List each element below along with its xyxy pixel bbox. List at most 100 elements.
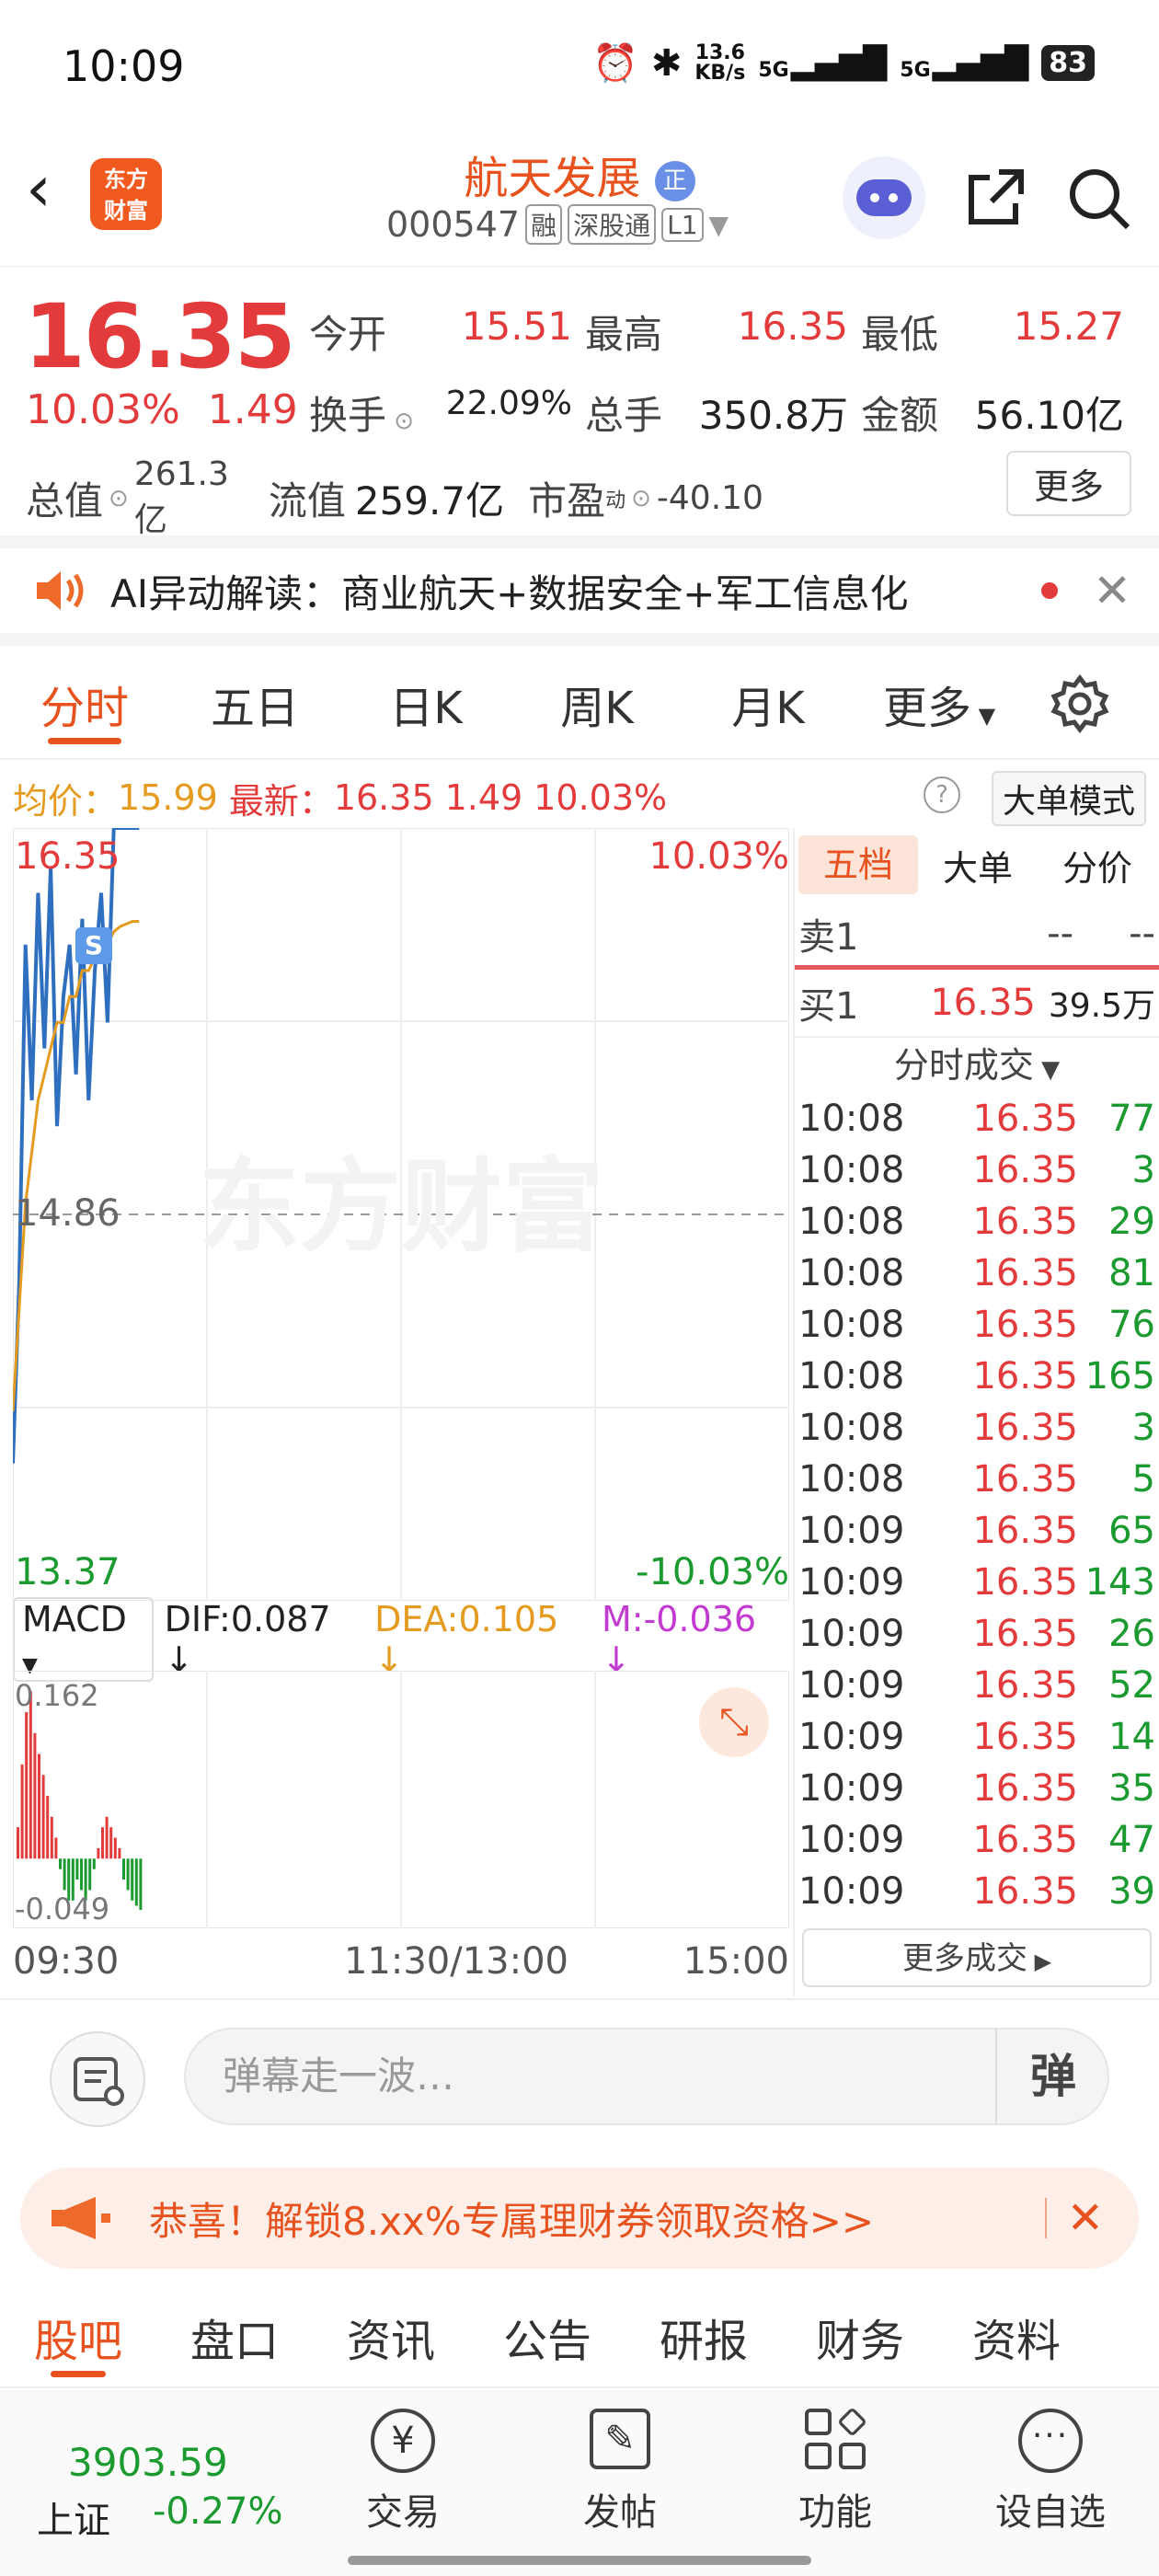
gear-icon[interactable] xyxy=(1050,674,1109,733)
open-label: 今开 xyxy=(309,311,387,357)
robot-assistant-icon[interactable] xyxy=(843,156,925,239)
promo-banner[interactable]: 恭喜！解锁8.xx%专属理财券领取资格>> ✕ xyxy=(20,2168,1139,2269)
tab-intraday[interactable]: 分时 xyxy=(0,672,169,736)
trade-time: 10:08 xyxy=(798,1201,905,1243)
tab-forum[interactable]: 股吧 xyxy=(0,2305,156,2377)
more-dots-icon[interactable]: ⊙ xyxy=(109,485,129,512)
trade-row: 10:08 16.35 3 xyxy=(795,1402,1159,1454)
stock-code-row[interactable]: 000547 融 深股通 L1 ▼ xyxy=(386,204,729,245)
more-trades-label: 更多成交 xyxy=(901,1940,1027,1977)
net-speed: 13.6 KB/s xyxy=(694,42,745,84)
home-indicator[interactable] xyxy=(348,2556,811,2565)
macd-selector[interactable]: MACD ▼ xyxy=(13,1597,154,1682)
turnover-cell[interactable]: 换手 ⊙ 22.09% xyxy=(309,385,585,441)
ai-interpretation-bar[interactable]: AI异动解读：商业航天+数据安全+军工信息化 ✕ xyxy=(0,535,1159,646)
macd-chart[interactable]: 0.162 -0.049 ⤡ xyxy=(13,1671,789,1928)
alarm-icon: ⏰ xyxy=(592,42,638,85)
active-tab-indicator xyxy=(48,738,121,744)
connect-tag: 深股通 xyxy=(568,204,657,245)
tab-order-book[interactable]: 盘口 xyxy=(156,2305,313,2369)
amount-cell: 金额 56.10亿 xyxy=(861,385,1137,441)
macd-bar xyxy=(17,1827,19,1859)
trade-price: 16.35 xyxy=(972,1561,1078,1604)
level-tag: L1 xyxy=(661,207,704,242)
s-marker[interactable]: S xyxy=(75,927,112,964)
active-tab-indicator xyxy=(51,2371,106,2377)
low-cell: 最低 15.27 xyxy=(861,304,1137,360)
nav-functions[interactable]: 功能 xyxy=(762,2407,909,2536)
more-dots-icon: ··· xyxy=(1018,2409,1083,2473)
change-amount: 1.49 xyxy=(207,386,298,433)
expand-icon[interactable]: ⤡ xyxy=(699,1687,769,1757)
trade-time: 10:09 xyxy=(798,1510,905,1552)
nav-add-watchlist[interactable]: ··· 设自选 xyxy=(977,2409,1124,2536)
bottom-nav: 3903.59 上证 -0.27% ¥ 交易 ✎ 发帖 功能 ··· 设自选 xyxy=(0,2390,1159,2576)
trade-row: 10:08 16.35 76 xyxy=(795,1299,1159,1351)
trade-row: 10:08 16.35 3 xyxy=(795,1144,1159,1196)
search-icon[interactable] xyxy=(1065,165,1131,231)
intraday-chart[interactable]: 东方财富 16.35 10.03% 14.86 13.37 -10.03% S xyxy=(13,828,789,1601)
nav-post[interactable]: ✎ 发帖 xyxy=(546,2409,694,2536)
big-order-mode-button[interactable]: 大单模式 xyxy=(991,771,1146,826)
valuation-row: 总值 ⊙ 261.3亿 流值 259.7亿 市盈 动 ⊙ -40.10 xyxy=(26,455,763,541)
macd-bottom-label: -0.049 xyxy=(15,1892,110,1926)
index-row: 上证 -0.27% xyxy=(37,2490,283,2544)
close-icon[interactable]: ✕ xyxy=(1067,2192,1104,2244)
tab-monthly-k[interactable]: 月K xyxy=(683,672,854,736)
tab-financials[interactable]: 财务 xyxy=(782,2305,938,2369)
nav-trade[interactable]: ¥ 交易 xyxy=(329,2409,476,2536)
trade-price: 16.35 xyxy=(972,1252,1078,1294)
more-trades-button[interactable]: 更多成交 ▶ xyxy=(802,1928,1152,1987)
signal-2-label: 5G xyxy=(900,58,931,82)
trades-title-text: 分时成交 xyxy=(893,1045,1034,1086)
tab-announcements[interactable]: 公告 xyxy=(469,2305,625,2369)
y-mid-label: 14.86 xyxy=(15,1192,120,1235)
trade-time: 10:09 xyxy=(798,1819,905,1861)
help-icon[interactable]: ? xyxy=(924,776,960,813)
trade-price: 16.35 xyxy=(972,1407,1078,1449)
tab-more[interactable]: 更多 ▼ xyxy=(854,672,1025,736)
danmaku-toggle-button[interactable]: 弹 xyxy=(995,2028,1109,2125)
trade-volume: 47 xyxy=(1108,1819,1155,1861)
tab-big-orders[interactable]: 大单 xyxy=(918,840,1038,891)
nav-trade-label: 交易 xyxy=(366,2491,440,2534)
more-dots-icon[interactable]: ⊙ xyxy=(631,485,651,512)
m-value: M:-0.036 ↓ xyxy=(601,1599,757,1680)
share-icon[interactable] xyxy=(962,165,1028,231)
trade-time: 10:09 xyxy=(798,1561,905,1604)
tab-five-levels[interactable]: 五档 xyxy=(798,835,918,894)
y-top-label: 16.35 xyxy=(15,835,120,878)
tab-weekly-k[interactable]: 周K xyxy=(511,672,683,736)
more-button[interactable]: 更多 xyxy=(1005,451,1131,516)
turnover-label-wrap: 换手 ⊙ xyxy=(309,385,414,441)
trade-price: 16.35 xyxy=(972,1870,1078,1913)
turnover-value: 22.09% xyxy=(445,384,572,422)
dea-value: DEA:0.105 ↓ xyxy=(374,1599,559,1680)
trade-time: 10:08 xyxy=(798,1304,905,1346)
close-icon[interactable]: ✕ xyxy=(1093,564,1131,617)
amount-label: 金额 xyxy=(861,392,939,438)
intraday-info-bar: 均价： 15.99 最新： 16.35 1.49 10.03% ? 大单模式 xyxy=(0,767,1159,828)
trade-row: 10:09 16.35 35 xyxy=(795,1763,1159,1814)
tab-price-distribution[interactable]: 分价 xyxy=(1038,840,1157,891)
tab-news[interactable]: 资讯 xyxy=(313,2305,469,2369)
macd-bar xyxy=(134,1858,138,1906)
comment-list-icon[interactable] xyxy=(50,2031,145,2127)
trade-volume: 39 xyxy=(1108,1870,1155,1913)
y-bottom-label: 13.37 xyxy=(15,1551,120,1593)
macd-header: MACD ▼ DIF:0.087 ↓ DEA:0.105 ↓ M:-0.036 … xyxy=(13,1597,789,1682)
tab-five-day[interactable]: 五日 xyxy=(169,672,340,736)
trades-title[interactable]: 分时成交 ▼ xyxy=(795,1038,1159,1093)
trade-price: 16.35 xyxy=(972,1098,1078,1140)
dif-value: DIF:0.087 ↓ xyxy=(164,1599,331,1680)
index-ticker[interactable]: 3903.59 上证 -0.27% xyxy=(37,2418,283,2544)
tab-daily-k[interactable]: 日K xyxy=(340,672,511,736)
macd-bar xyxy=(59,1858,62,1869)
turnover-label: 换手 xyxy=(309,392,387,438)
megaphone-icon xyxy=(52,2197,110,2239)
index-percent: -0.27% xyxy=(153,2490,283,2533)
tab-profile[interactable]: 资料 xyxy=(938,2305,1095,2369)
danmaku-input[interactable]: 弹幕走一波… xyxy=(184,2028,1109,2125)
macd-bar xyxy=(101,1827,104,1859)
tab-research[interactable]: 研报 xyxy=(625,2305,782,2369)
